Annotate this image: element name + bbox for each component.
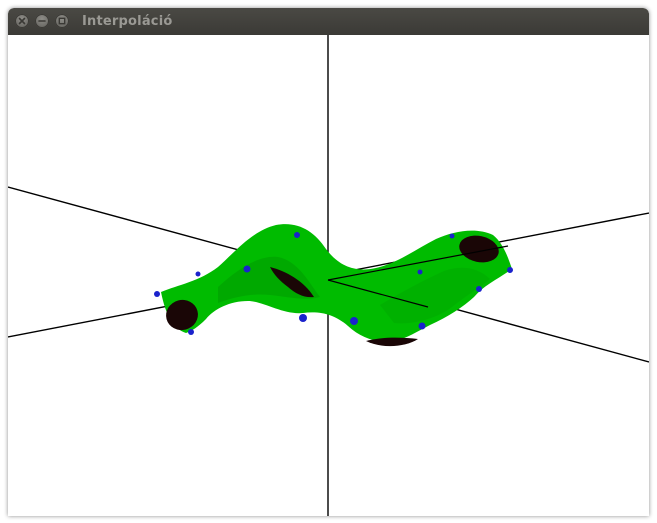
minimize-button[interactable] xyxy=(35,14,49,28)
control-point xyxy=(188,329,194,335)
control-point xyxy=(299,314,307,322)
control-point xyxy=(243,265,251,273)
window-title: Interpoláció xyxy=(82,14,173,29)
control-point xyxy=(195,271,201,277)
control-point xyxy=(154,291,160,297)
maximize-button[interactable] xyxy=(55,14,69,28)
control-point xyxy=(418,322,426,330)
control-point xyxy=(417,269,423,275)
title-bar[interactable]: Interpoláció xyxy=(8,8,649,35)
control-point xyxy=(476,286,482,292)
control-point xyxy=(449,233,455,239)
control-point xyxy=(350,317,358,325)
gl-canvas[interactable] xyxy=(8,35,649,516)
minimize-icon xyxy=(38,20,46,22)
close-button[interactable] xyxy=(15,14,29,28)
control-point xyxy=(294,232,300,238)
control-point xyxy=(507,267,513,273)
interpolated-surface xyxy=(161,224,512,342)
maximize-icon xyxy=(58,17,66,25)
app-window: Interpoláció xyxy=(8,8,649,516)
close-icon xyxy=(18,17,26,25)
scene-svg xyxy=(8,35,649,516)
